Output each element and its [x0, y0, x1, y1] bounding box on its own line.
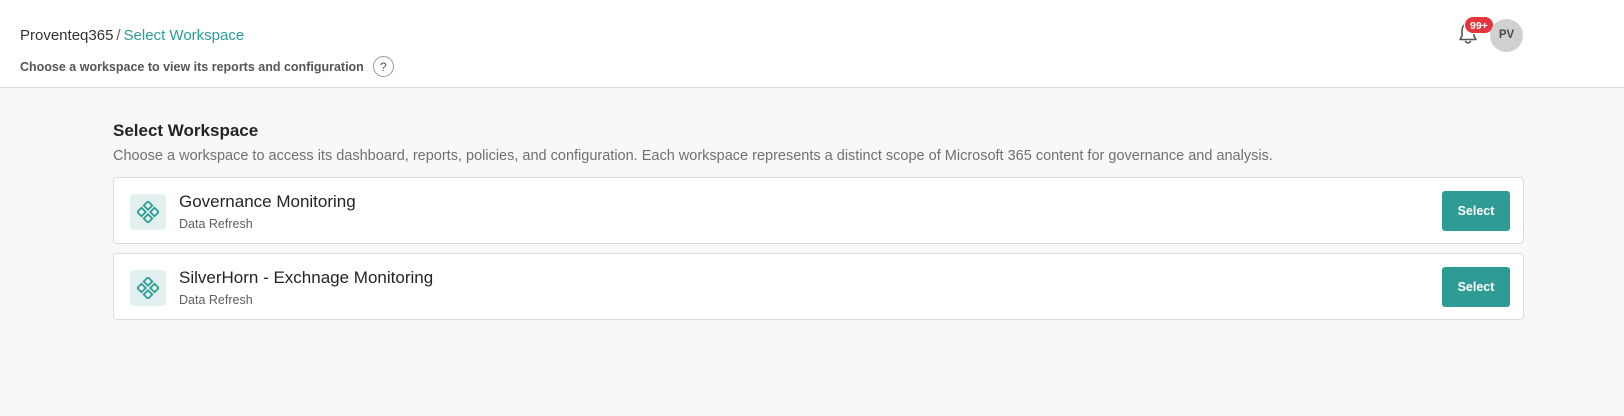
- select-button[interactable]: Select: [1442, 267, 1510, 307]
- breadcrumb-root[interactable]: Proventeq365: [20, 27, 113, 44]
- breadcrumb-current: Select Workspace: [123, 27, 245, 44]
- workspace-name: SilverHorn - Exchnage Monitoring: [179, 268, 434, 287]
- page-subtitle-text: Choose a workspace to view its reports a…: [20, 59, 364, 74]
- workspace-subtitle: Data Refresh: [179, 293, 253, 307]
- workspace-subtitle: Data Refresh: [179, 217, 253, 231]
- user-avatar[interactable]: PV: [1490, 19, 1523, 52]
- select-button[interactable]: Select: [1442, 191, 1510, 231]
- top-header: Proventeq365/Select Workspace Choose a w…: [0, 0, 1624, 88]
- page-title: Select Workspace: [113, 121, 259, 140]
- main-content: Select Workspace Choose a workspace to a…: [113, 120, 1524, 329]
- workspace-diamonds-icon: [130, 270, 166, 306]
- workspace-diamonds-icon: [130, 194, 166, 230]
- breadcrumb-separator: /: [116, 27, 121, 44]
- page-description: Choose a workspace to access its dashboa…: [113, 148, 1273, 164]
- workspace-list: Governance Monitoring Data Refresh Selec…: [113, 177, 1524, 320]
- help-icon[interactable]: ?: [372, 56, 394, 77]
- workspace-card[interactable]: SilverHorn - Exchnage Monitoring Data Re…: [113, 253, 1524, 320]
- breadcrumb: Proventeq365/Select Workspace: [20, 27, 244, 45]
- workspace-card[interactable]: Governance Monitoring Data Refresh Selec…: [113, 177, 1524, 244]
- page-subtitle: Choose a workspace to view its reports a…: [20, 56, 394, 77]
- workspace-name: Governance Monitoring: [179, 192, 356, 211]
